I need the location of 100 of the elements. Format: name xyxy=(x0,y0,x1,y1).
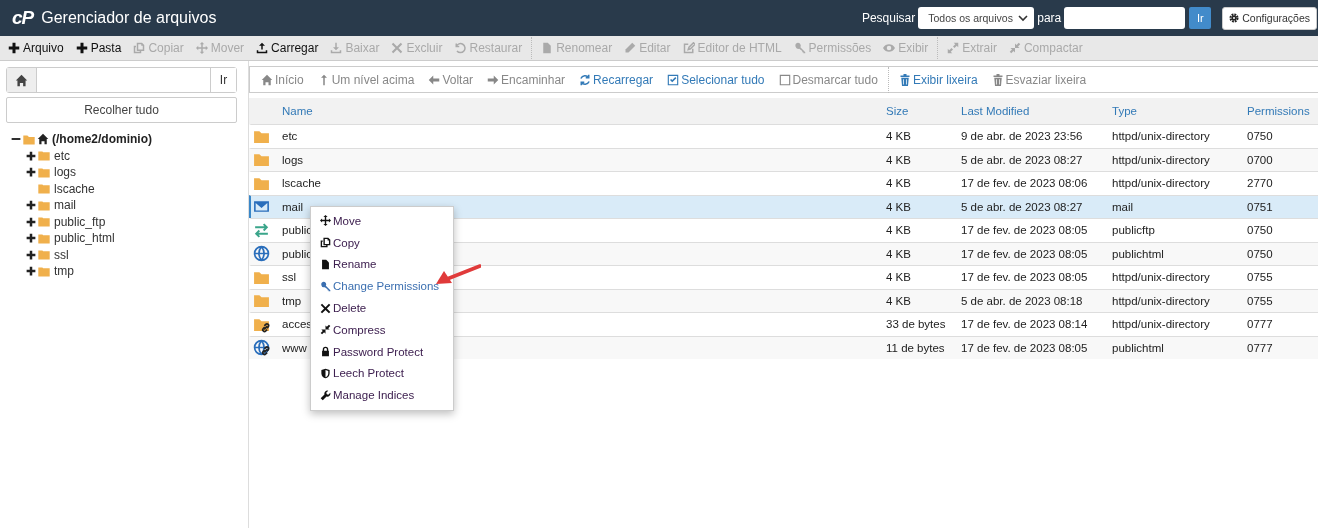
table-cell: 0777 xyxy=(1247,341,1273,354)
right-arrow-icon xyxy=(487,73,500,86)
toolbar-button[interactable]: Arquivo xyxy=(2,41,70,55)
nav-button[interactable]: Recarregar xyxy=(572,72,661,87)
tree-item[interactable]: tmp xyxy=(54,264,74,279)
menu-item[interactable]: Leech Protect xyxy=(311,362,453,385)
upload-icon xyxy=(256,42,269,54)
table-cell: 4 KB xyxy=(886,247,911,260)
column-header[interactable]: Type xyxy=(1107,105,1242,117)
settings-button[interactable]: Configurações xyxy=(1222,6,1317,30)
plus-icon xyxy=(8,42,20,54)
folder-icon xyxy=(37,264,51,278)
column-header[interactable]: Last Modified xyxy=(956,105,1107,117)
table-cell: 5 de abr. de 2023 08:18 xyxy=(961,294,1083,307)
folder-icon xyxy=(37,165,51,179)
table-cell: httpd/unix-directory xyxy=(1112,130,1210,143)
table-cell: public xyxy=(282,224,313,237)
trash-icon xyxy=(991,73,1004,86)
expand-icon xyxy=(26,167,36,178)
wrench-icon xyxy=(320,389,331,401)
table-cell: 4 KB xyxy=(886,153,911,166)
folder-icon xyxy=(37,248,51,262)
trash-icon xyxy=(898,73,911,86)
expand-icon xyxy=(26,200,36,211)
tree-item[interactable]: public_ftp xyxy=(54,214,106,229)
nav-button[interactable]: Selecionar tudo xyxy=(660,72,772,87)
pencil-icon xyxy=(624,42,637,54)
table-cell: 0751 xyxy=(1247,200,1273,213)
table-cell: 11 de bytes xyxy=(886,341,945,354)
table-cell: 9 de abr. de 2023 23:56 xyxy=(961,130,1083,143)
table-cell: 0750 xyxy=(1247,224,1273,237)
folder-icon xyxy=(253,151,270,169)
home-icon xyxy=(261,73,273,86)
shield-icon xyxy=(320,367,331,379)
expand-icon xyxy=(26,150,36,161)
undo-icon xyxy=(454,42,467,54)
toolbar-button[interactable]: Carregar xyxy=(250,41,325,55)
expand-icon xyxy=(26,266,36,277)
search-field[interactable] xyxy=(1064,7,1186,29)
menu-item[interactable]: Copy xyxy=(311,231,453,254)
globe-link-icon xyxy=(253,339,270,357)
menu-item[interactable]: Password Protect xyxy=(311,340,453,363)
table-cell: lscache xyxy=(282,177,321,190)
settings-icon xyxy=(1229,13,1240,23)
move-icon xyxy=(320,215,331,227)
refresh-icon xyxy=(579,73,592,86)
tree-item[interactable]: etc xyxy=(54,148,70,163)
collapse-all-button[interactable]: Recolher tudo xyxy=(6,97,237,123)
close-icon xyxy=(391,42,404,54)
table-cell: mail xyxy=(282,200,304,213)
table-cell: tmp xyxy=(282,294,302,307)
table-cell: mail xyxy=(1112,200,1134,213)
move-icon xyxy=(195,42,208,54)
tree-item[interactable]: mail xyxy=(54,198,76,213)
search-scope-select[interactable]: Todos os arquivos xyxy=(918,7,1035,29)
toolbar-button[interactable]: Pasta xyxy=(69,41,128,55)
table-cell: httpd/unix-directory xyxy=(1112,294,1210,307)
folder-icon xyxy=(253,292,270,310)
home-icon xyxy=(37,133,49,146)
app-title: Gerenciador de arquivos xyxy=(41,9,217,27)
search-go-button[interactable]: Ir xyxy=(1189,7,1212,29)
table-cell: 17 de fev. de 2023 08:05 xyxy=(961,224,1088,237)
nav-button[interactable]: Exibir lixeira xyxy=(891,72,985,87)
compress-icon xyxy=(1008,42,1021,54)
column-header[interactable]: Size xyxy=(881,105,956,117)
table-cell: 17 de fev. de 2023 08:05 xyxy=(961,341,1088,354)
column-header[interactable]: Permissions xyxy=(1242,105,1318,117)
column-header[interactable]: Name xyxy=(277,105,881,117)
tree-item[interactable]: logs xyxy=(54,165,76,180)
menu-item[interactable]: Rename xyxy=(311,253,453,276)
chevron-down-icon xyxy=(1018,14,1029,22)
table-cell: publichtml xyxy=(1112,247,1164,260)
table-cell: 0750 xyxy=(1247,130,1273,143)
table-cell: 5 de abr. de 2023 08:27 xyxy=(961,200,1083,213)
menu-item[interactable]: Change Permissions xyxy=(311,275,453,298)
tree-item[interactable]: lscache xyxy=(54,181,95,196)
table-cell: logs xyxy=(282,153,304,166)
tree-item[interactable]: (/home2/dominio) xyxy=(52,132,152,147)
table-cell: 17 de fev. de 2023 08:14 xyxy=(961,318,1088,331)
table-cell: public xyxy=(282,247,313,260)
table-cell: ssl xyxy=(282,271,297,284)
key-icon xyxy=(793,42,806,54)
checkbox-icon xyxy=(778,73,791,86)
menu-item[interactable]: Compress xyxy=(311,319,453,341)
menu-item[interactable]: Delete xyxy=(311,297,453,319)
menu-item[interactable]: Move xyxy=(311,210,453,232)
tree-item[interactable]: public_html xyxy=(54,231,115,246)
transfer-icon xyxy=(253,221,270,239)
table-cell: etc xyxy=(282,130,298,143)
folder-icon xyxy=(37,215,51,229)
tree-item[interactable]: ssl xyxy=(54,247,69,262)
table-cell: 5 de abr. de 2023 08:27 xyxy=(961,153,1083,166)
table-cell: 33 de bytes xyxy=(886,318,946,331)
table-cell: httpd/unix-directory xyxy=(1112,177,1210,190)
table-cell: 4 KB xyxy=(886,200,911,213)
menu-item[interactable]: Manage Indices xyxy=(311,384,453,407)
table-cell: 17 de fev. de 2023 08:05 xyxy=(961,271,1088,284)
table-cell: 0755 xyxy=(1247,271,1273,284)
table-cell: 0750 xyxy=(1247,247,1273,260)
search-label: Pesquisar xyxy=(861,11,916,25)
